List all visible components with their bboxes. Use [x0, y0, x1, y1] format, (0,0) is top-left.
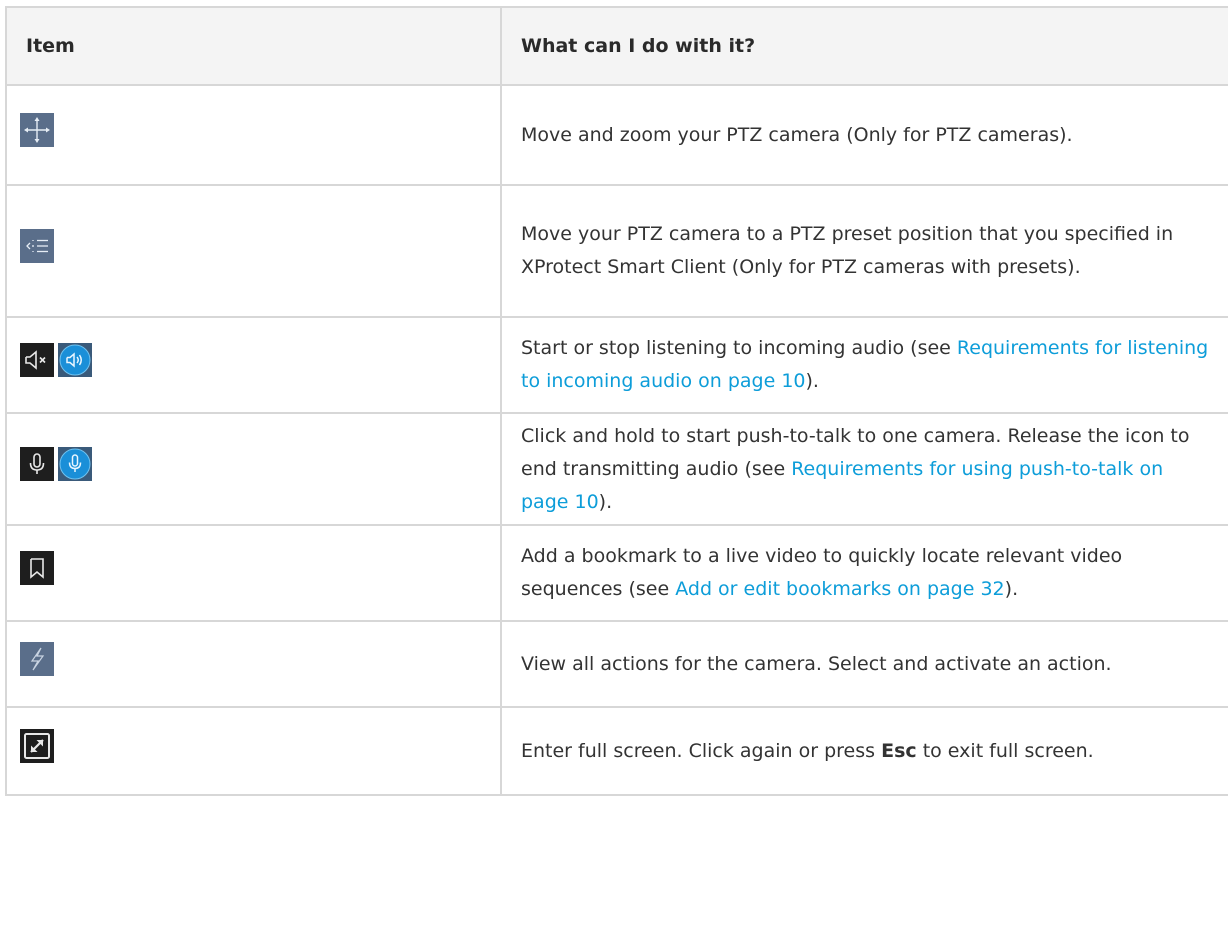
bookmark-icon	[20, 550, 54, 585]
row-text-after: ).	[1004, 578, 1019, 600]
item-cell	[5, 524, 502, 622]
description-cell: Move and zoom your PTZ camera (Only for …	[500, 84, 1228, 186]
table-row: View all actions for the camera. Select …	[5, 620, 1228, 708]
description-cell: Move your PTZ camera to a PTZ preset pos…	[500, 184, 1228, 318]
item-cell	[5, 706, 502, 796]
row-text-after: ).	[598, 490, 613, 513]
row-text: Move your PTZ camera to a PTZ preset pos…	[521, 223, 1174, 278]
ptz-move-icon	[20, 112, 54, 147]
header-item: Item	[5, 6, 502, 86]
add-edit-bookmarks-link[interactable]: Add or edit bookmarks on page 32	[675, 578, 1004, 600]
header-what-can-i-do: What can I do with it?	[500, 6, 1228, 86]
table-row: Enter full screen. Click again or press …	[5, 706, 1228, 796]
item-cell	[5, 316, 502, 414]
speaker-muted-icon	[20, 342, 54, 377]
row-text-before: Enter full screen. Click again or press	[521, 739, 882, 762]
table-row: Add a bookmark to a live video to quickl…	[5, 524, 1228, 622]
item-cell	[5, 412, 502, 526]
controls-table: Item What can I do with it? Move and zoo…	[5, 6, 1228, 796]
esc-key-label: Esc	[881, 739, 917, 762]
description-cell: Add a bookmark to a live video to quickl…	[500, 524, 1228, 622]
microphone-active-icon	[58, 446, 92, 481]
lightning-action-icon	[20, 641, 54, 676]
table-row: Start or stop listening to incoming audi…	[5, 316, 1228, 414]
description-cell: Enter full screen. Click again or press …	[500, 706, 1228, 796]
speaker-active-icon	[58, 342, 92, 377]
row-text: Move and zoom your PTZ camera (Only for …	[521, 123, 1073, 146]
table-header-row: Item What can I do with it?	[5, 6, 1228, 86]
table-row: Move your PTZ camera to a PTZ preset pos…	[5, 184, 1228, 318]
row-text-after: ).	[805, 370, 819, 392]
table-row: Move and zoom your PTZ camera (Only for …	[5, 84, 1228, 186]
row-text-after: to exit full screen.	[916, 739, 1094, 762]
item-cell	[5, 84, 502, 186]
row-text-before: Start or stop listening to incoming audi…	[521, 337, 957, 359]
row-text: View all actions for the camera. Select …	[521, 652, 1112, 675]
microphone-icon	[20, 446, 54, 481]
item-cell	[5, 620, 502, 708]
description-cell: Start or stop listening to incoming audi…	[500, 316, 1228, 414]
fullscreen-icon	[20, 728, 54, 763]
table-row: Click and hold to start push-to-talk to …	[5, 412, 1228, 526]
description-cell: Click and hold to start push-to-talk to …	[500, 412, 1228, 526]
item-cell	[5, 184, 502, 318]
ptz-preset-list-icon	[20, 228, 54, 263]
description-cell: View all actions for the camera. Select …	[500, 620, 1228, 708]
